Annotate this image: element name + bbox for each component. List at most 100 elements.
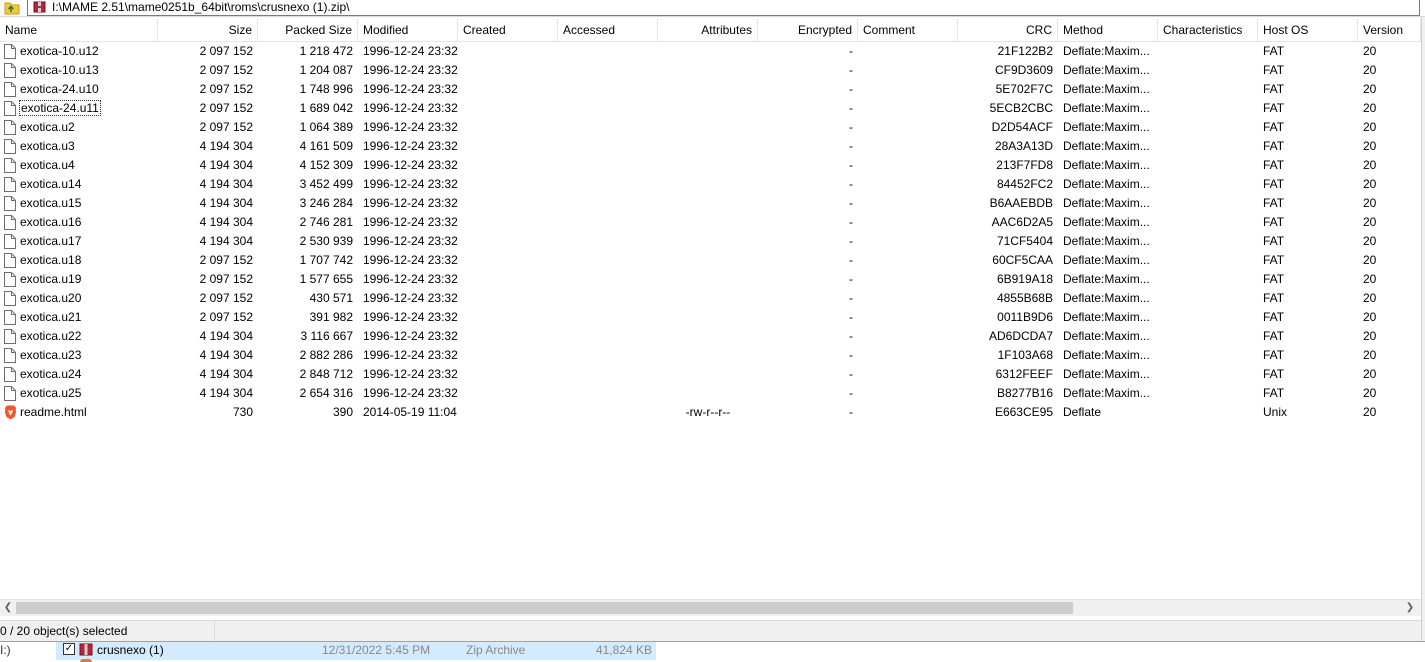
table-row[interactable]: exotica.u19 2 097 152 1 577 655 1996-12-24 … [0, 270, 1421, 289]
table-row[interactable]: exotica.u21 2 097 152 391 982 1996-12-24 23… [0, 308, 1421, 327]
cell-modified: 1996-12-24 23:32 [363, 120, 458, 134]
cell-method: Deflate:Maxim... [1063, 101, 1150, 115]
cell-characteristics [1158, 270, 1258, 289]
file-icon [4, 291, 16, 306]
table-row[interactable]: exotica-24.u11 2 097 152 1 689 042 1996-12-… [0, 99, 1421, 118]
table-row[interactable]: exotica.u23 4 194 304 2 882 286 1996-12-24 … [0, 346, 1421, 365]
cell-modified: 1996-12-24 23:32 [363, 82, 458, 96]
file-icon [4, 196, 16, 211]
file-name: exotica.u21 [20, 310, 82, 324]
column-header-packed-size[interactable]: Packed Size [258, 19, 358, 42]
cell-version: 20 [1363, 405, 1377, 419]
cell-accessed [558, 289, 658, 308]
table-row[interactable]: exotica-10.u12 2 097 152 1 218 472 1996-12-… [0, 42, 1421, 61]
file-icon [4, 310, 16, 325]
column-header-method[interactable]: Method [1058, 19, 1158, 42]
table-row[interactable]: exotica.u15 4 194 304 3 246 284 1996-12-24 … [0, 194, 1421, 213]
cell-encrypted: - [849, 405, 853, 419]
cell-size: 4 194 304 [199, 177, 253, 191]
table-row[interactable]: exotica-24.u10 2 097 152 1 748 996 1996-12-… [0, 80, 1421, 99]
table-row[interactable]: exotica.u18 2 097 152 1 707 742 1996-12-24 … [0, 251, 1421, 270]
table-row[interactable]: exotica.u2 2 097 152 1 064 389 1996-12-24 2… [0, 118, 1421, 137]
scroll-left-icon[interactable]: ❮ [0, 600, 16, 616]
table-row[interactable]: exotica.u16 4 194 304 2 746 281 1996-12-24 … [0, 213, 1421, 232]
cell-size: 2 097 152 [199, 291, 253, 305]
table-row[interactable]: exotica.u20 2 097 152 430 571 1996-12-24 23… [0, 289, 1421, 308]
checkbox-icon[interactable]: ✓ [63, 643, 75, 655]
cell-host-os: FAT [1263, 177, 1285, 191]
file-name: exotica-10.u12 [20, 44, 99, 58]
cell-host-os: FAT [1263, 158, 1285, 172]
column-header-comment[interactable]: Comment [858, 19, 958, 42]
cell-attributes [658, 42, 758, 61]
cell-version: 20 [1363, 386, 1377, 400]
table-row[interactable]: exotica.u14 4 194 304 3 452 499 1996-12-24 … [0, 175, 1421, 194]
cell-attributes [658, 327, 758, 346]
column-header-host-os[interactable]: Host OS [1258, 19, 1358, 42]
cell-comment [858, 61, 958, 80]
cell-version: 20 [1363, 63, 1377, 77]
cell-packed-size: 1 689 042 [299, 101, 353, 115]
cell-size: 4 194 304 [199, 196, 253, 210]
cell-name: exotica.u22 [0, 327, 158, 346]
cell-comment [858, 403, 958, 422]
cell-characteristics [1158, 137, 1258, 156]
table-row[interactable]: exotica.u3 4 194 304 4 161 509 1996-12-24 2… [0, 137, 1421, 156]
cell-characteristics [1158, 289, 1258, 308]
cell-method: Deflate:Maxim... [1063, 348, 1150, 362]
folder-up-icon[interactable] [2, 0, 22, 15]
column-header-modified[interactable]: Modified [358, 19, 458, 42]
column-header-accessed[interactable]: Accessed [558, 19, 658, 42]
table-row[interactable]: exotica.u22 4 194 304 3 116 667 1996-12-24 … [0, 327, 1421, 346]
address-path: I:\MAME 2.51\mame0251b_64bit\roms\crusne… [52, 0, 350, 14]
cell-characteristics [1158, 194, 1258, 213]
cell-version: 20 [1363, 234, 1377, 248]
table-row[interactable]: exotica.u25 4 194 304 2 654 316 1996-12-24 … [0, 384, 1421, 403]
cell-name: exotica.u15 [0, 194, 158, 213]
column-header-version[interactable]: Version [1358, 19, 1421, 42]
file-icon [4, 215, 16, 230]
cell-crc: 6B919A18 [996, 272, 1053, 286]
file-icon [4, 101, 16, 116]
table-row[interactable]: exotica.u17 4 194 304 2 530 939 1996-12-24 … [0, 232, 1421, 251]
column-header-attributes[interactable]: Attributes [658, 19, 758, 42]
cell-name: exotica.u24 [0, 365, 158, 384]
column-header-name[interactable]: Name [0, 19, 158, 42]
column-header-encrypted[interactable]: Encrypted [758, 19, 858, 42]
file-icon [4, 177, 16, 192]
cell-characteristics [1158, 99, 1258, 118]
cell-attributes [658, 156, 758, 175]
file-icon [4, 272, 16, 287]
file-name: exotica.u14 [20, 177, 82, 191]
cell-host-os: FAT [1263, 234, 1285, 248]
cell-attributes [658, 194, 758, 213]
cell-size: 2 097 152 [199, 120, 253, 134]
scroll-right-icon[interactable]: ❯ [1402, 600, 1418, 616]
cell-size: 2 097 152 [199, 310, 253, 324]
cell-host-os: FAT [1263, 291, 1285, 305]
cell-host-os: Unix [1263, 405, 1288, 419]
address-input[interactable]: I:\MAME 2.51\mame0251b_64bit\roms\crusne… [27, 0, 1420, 16]
cell-accessed [558, 194, 658, 213]
cell-encrypted: - [849, 291, 853, 305]
cell-method: Deflate:Maxim... [1063, 310, 1150, 324]
cell-crc: 1F103A68 [997, 348, 1053, 362]
cell-modified: 1996-12-24 23:32 [363, 329, 458, 343]
column-header-crc[interactable]: CRC [958, 19, 1058, 42]
scrollbar-thumb[interactable] [16, 602, 1073, 614]
column-header-size[interactable]: Size [158, 19, 258, 42]
table-row[interactable]: exotica.u24 4 194 304 2 848 712 1996-12-24 … [0, 365, 1421, 384]
table-row[interactable]: readme.html 730 390 2014-05-19 11:04 -rw-r--… [0, 403, 1421, 422]
cell-modified: 1996-12-24 23:32 [363, 63, 458, 77]
table-row[interactable]: exotica.u4 4 194 304 4 152 309 1996-12-24 2… [0, 156, 1421, 175]
cell-host-os: FAT [1263, 101, 1285, 115]
cell-comment [858, 80, 958, 99]
file-list[interactable]: Name Size Packed Size Modified Created Access… [0, 19, 1421, 600]
column-header-created[interactable]: Created [458, 19, 558, 42]
cell-encrypted: - [849, 177, 853, 191]
horizontal-scrollbar[interactable]: ❮ ❯ [0, 599, 1421, 616]
cell-encrypted: - [849, 120, 853, 134]
table-row[interactable]: exotica-10.u13 2 097 152 1 204 087 1996-12-… [0, 61, 1421, 80]
cell-method: Deflate:Maxim... [1063, 82, 1150, 96]
column-header-characteristics[interactable]: Characteristics [1158, 19, 1258, 42]
